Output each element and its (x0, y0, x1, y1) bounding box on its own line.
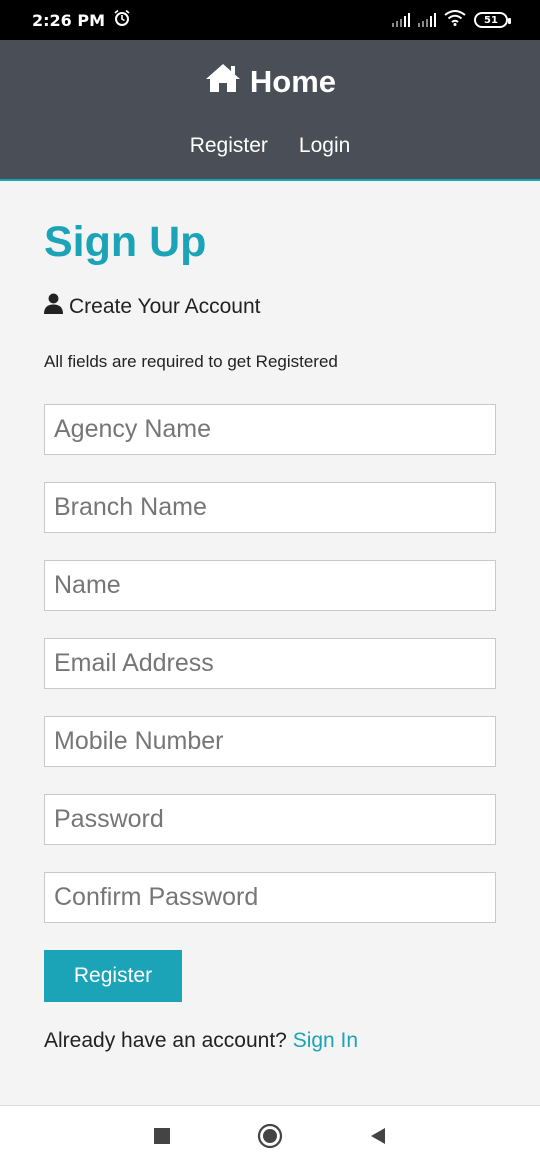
mobile-number-input[interactable] (44, 716, 496, 767)
page-title: Sign Up (44, 218, 207, 266)
signal-icon (418, 13, 436, 27)
brand-link[interactable]: Home (0, 62, 540, 102)
agency-name-input[interactable] (44, 404, 496, 455)
wifi-icon (444, 10, 466, 30)
status-left: 2:26 PM (32, 9, 131, 31)
branch-name-input[interactable] (44, 482, 496, 533)
signin-prompt: Already have an account? (44, 1029, 287, 1052)
status-right: 51 (392, 10, 511, 30)
signal-icon (392, 13, 410, 27)
register-button[interactable]: Register (44, 950, 182, 1002)
back-triangle-icon[interactable] (369, 1127, 387, 1150)
status-time: 2:26 PM (32, 10, 106, 30)
nav-register-link[interactable]: Register (190, 134, 268, 158)
name-input[interactable] (44, 560, 496, 611)
battery-level: 51 (484, 14, 498, 26)
nav-login-link[interactable]: Login (299, 134, 350, 158)
navbar: Home Register Login (0, 40, 540, 181)
system-nav-bar (0, 1105, 540, 1170)
battery-icon: 51 (474, 12, 511, 28)
alarm-icon (113, 9, 131, 31)
signup-form: Register (44, 404, 496, 1002)
home-icon (204, 62, 242, 102)
brand-label: Home (249, 64, 337, 99)
nav-links: Register Login (0, 134, 540, 158)
signup-section: Sign Up Create Your Account All fields a… (44, 218, 496, 1053)
status-bar: 2:26 PM 51 (0, 0, 540, 40)
home-circle-icon[interactable] (257, 1123, 283, 1154)
form-hint: All fields are required to get Registere… (44, 352, 338, 371)
signin-line: Already have an account? Sign In (44, 1029, 496, 1053)
confirm-password-input[interactable] (44, 872, 496, 923)
signin-link[interactable]: Sign In (293, 1029, 358, 1052)
password-input[interactable] (44, 794, 496, 845)
email-input[interactable] (44, 638, 496, 689)
square-icon[interactable] (153, 1127, 171, 1150)
user-icon (44, 293, 63, 320)
subtitle-text: Create Your Account (69, 294, 261, 318)
subtitle: Create Your Account (44, 293, 496, 320)
